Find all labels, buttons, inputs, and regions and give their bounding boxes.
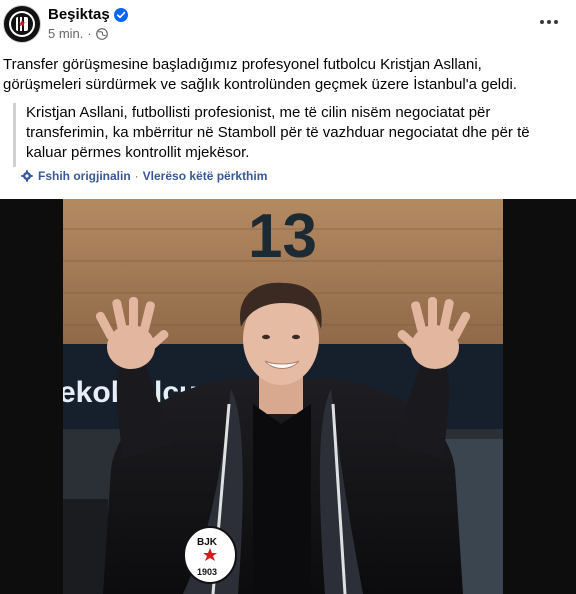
more-options-button[interactable] <box>536 10 562 34</box>
author-row: Beşiktaş <box>48 6 128 23</box>
meta-separator: · <box>87 26 92 41</box>
more-options-icon <box>547 20 551 24</box>
post-meta: 5 min. · <box>48 26 108 41</box>
translation-links: Fshih origjinalin · Vlerëso këtë përkthi… <box>21 169 267 183</box>
page-name-link[interactable]: Beşiktaş <box>48 6 110 23</box>
facebook-post: Beşiktaş 5 min. · Transfer görüşmesine b… <box>0 0 576 594</box>
show-original-link[interactable]: Fshih origjinalin <box>38 169 131 183</box>
translation-text: Kristjan Asllani, futbollisti profesioni… <box>26 104 530 161</box>
post-text: Transfer görüşmesine başladığımız profes… <box>3 56 517 93</box>
link-separator: · <box>134 169 139 183</box>
translation-block: Kristjan Asllani, futbollisti profesioni… <box>13 103 553 167</box>
player-photo: 13 ekolyolcu <box>63 199 503 594</box>
scarf-crest: BJK 1903 <box>183 526 237 584</box>
post-photo[interactable]: 13 ekolyolcu <box>63 199 503 594</box>
more-options-icon <box>540 20 544 24</box>
photo-frame[interactable]: 13 ekolyolcu <box>0 199 576 594</box>
gear-icon <box>21 170 33 182</box>
crest-letters: BJK <box>197 537 218 548</box>
crest-year: 1903 <box>197 567 217 577</box>
page-avatar[interactable] <box>3 5 41 43</box>
besiktas-crest-icon <box>9 11 35 37</box>
verified-badge-icon <box>113 7 128 22</box>
globe-icon[interactable] <box>95 27 108 40</box>
sign-number: 13 <box>248 202 317 271</box>
more-options-icon <box>554 20 558 24</box>
post-timestamp-link[interactable]: 5 min. <box>48 26 83 41</box>
rate-translation-link[interactable]: Vlerëso këtë përkthim <box>143 169 268 183</box>
